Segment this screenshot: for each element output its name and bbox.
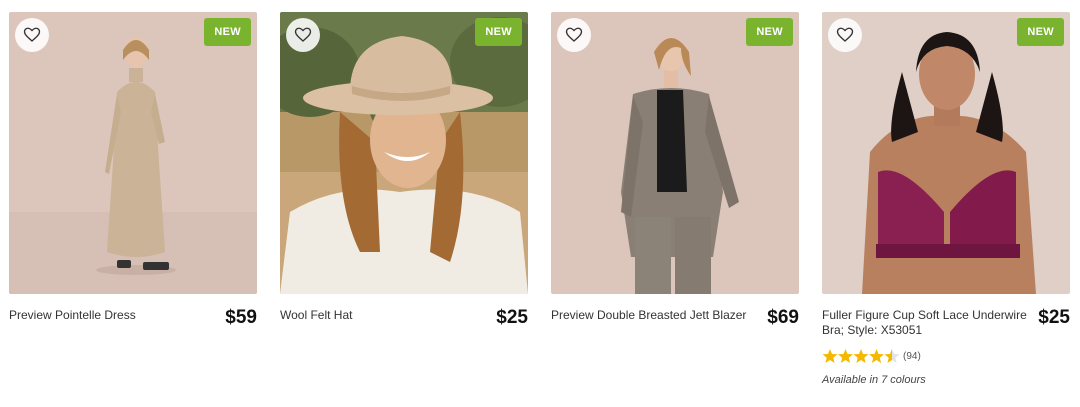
new-badge: NEW <box>475 18 522 46</box>
product-info: Fuller Figure Cup Soft Lace Underwire Br… <box>822 308 1070 338</box>
product-price: $25 <box>496 307 528 328</box>
product-rating[interactable]: (94) <box>822 348 1070 364</box>
product-name[interactable]: Preview Pointelle Dress <box>9 308 136 323</box>
star-icon <box>838 349 853 363</box>
product-card[interactable]: NEW Wool Felt Hat $25 <box>280 12 528 328</box>
product-name[interactable]: Fuller Figure Cup Soft Lace Underwire Br… <box>822 308 1027 338</box>
product-image[interactable]: NEW <box>9 12 257 294</box>
star-rating <box>822 348 900 364</box>
product-card[interactable]: NEW Fuller Figure Cup Soft Lace Underwir… <box>822 12 1070 386</box>
wishlist-button[interactable] <box>15 18 49 52</box>
product-price: $69 <box>767 307 799 328</box>
product-info: Preview Pointelle Dress $59 <box>9 308 257 328</box>
product-image[interactable]: NEW <box>822 12 1070 294</box>
product-photo-hat <box>280 12 528 294</box>
colour-availability: Available in 7 colours <box>822 374 926 386</box>
new-badge: NEW <box>746 18 793 46</box>
half-star-icon <box>884 349 900 363</box>
heart-outline-icon <box>23 27 41 42</box>
product-photo-dress <box>9 12 257 294</box>
product-price: $25 <box>1038 307 1070 328</box>
heart-outline-icon <box>836 27 854 42</box>
new-badge: NEW <box>1017 18 1064 46</box>
product-info: Preview Double Breasted Jett Blazer $69 <box>551 308 799 328</box>
product-info: Wool Felt Hat $25 <box>280 308 528 328</box>
product-image[interactable]: NEW <box>280 12 528 294</box>
new-badge: NEW <box>204 18 251 46</box>
wishlist-button[interactable] <box>828 18 862 52</box>
heart-outline-icon <box>294 27 312 42</box>
product-grid: NEW Preview Pointelle Dress $59 NEW Wool… <box>0 0 1080 407</box>
product-image[interactable]: NEW <box>551 12 799 294</box>
star-icons <box>822 349 900 363</box>
product-price: $59 <box>225 307 257 328</box>
product-photo-blazer <box>551 12 799 294</box>
wishlist-button[interactable] <box>557 18 591 52</box>
product-photo-bra <box>822 12 1070 294</box>
product-card[interactable]: NEW Preview Pointelle Dress $59 <box>9 12 257 328</box>
star-icon <box>853 349 869 363</box>
heart-outline-icon <box>565 27 583 42</box>
review-count[interactable]: (94) <box>903 351 921 362</box>
product-card[interactable]: NEW Preview Double Breasted Jett Blazer … <box>551 12 799 328</box>
wishlist-button[interactable] <box>286 18 320 52</box>
star-icon <box>822 349 838 363</box>
product-name[interactable]: Wool Felt Hat <box>280 308 352 323</box>
product-name[interactable]: Preview Double Breasted Jett Blazer <box>551 308 746 323</box>
star-icon <box>869 349 884 363</box>
